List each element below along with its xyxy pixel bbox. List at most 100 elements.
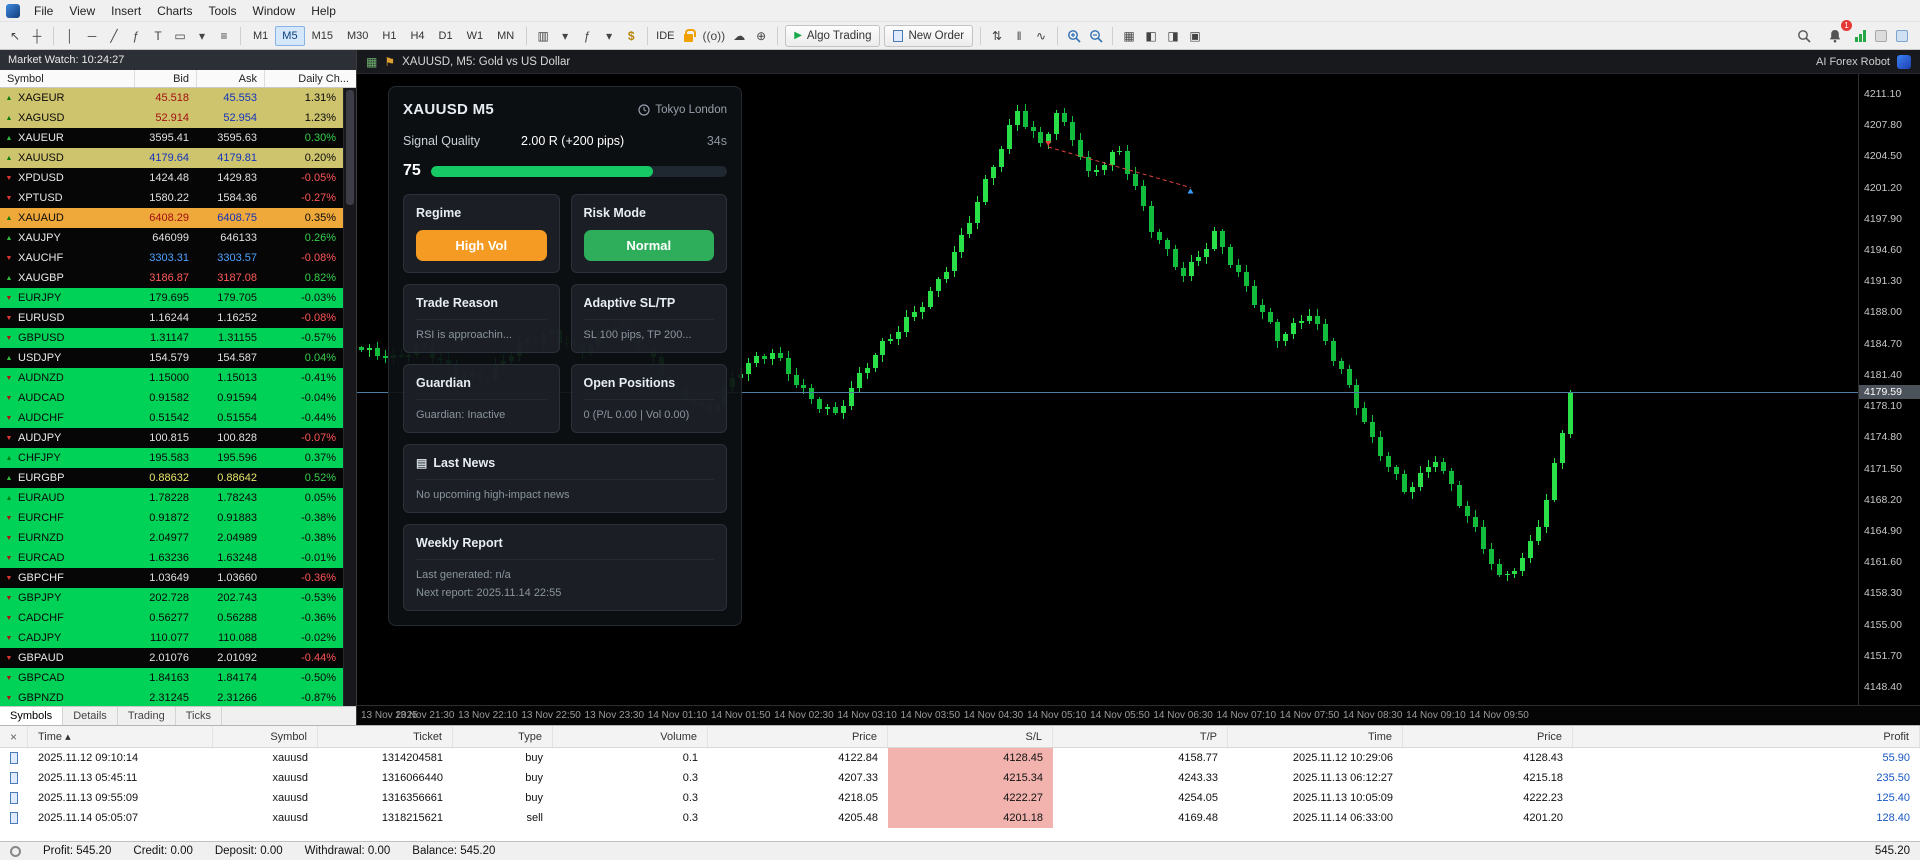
market-watch-row[interactable]: ▲ CHFJPY 195.583 195.596 0.37%	[0, 448, 356, 468]
timeframe-h1[interactable]: H1	[375, 26, 403, 46]
chart-type-dropdown-icon[interactable]: ▾	[554, 25, 576, 47]
vertical-line-icon[interactable]: │	[59, 25, 81, 47]
algo-trading-button[interactable]: ▶ Algo Trading	[785, 24, 881, 47]
market-watch-row[interactable]: ▼ GBPCAD 1.84163 1.84174 -0.50%	[0, 668, 356, 688]
toolbox-column-profit[interactable]: Profit	[1573, 726, 1920, 747]
market-watch-row[interactable]: ▲ XAUAUD 6408.29 6408.75 0.35%	[0, 208, 356, 228]
arrows-dropdown-icon[interactable]: ▾	[191, 25, 213, 47]
tick-chart-icon[interactable]: ∿	[1030, 25, 1052, 47]
market-watch-row[interactable]: ▼ EURUSD 1.16244 1.16252 -0.08%	[0, 308, 356, 328]
time-axis[interactable]: 13 Nov 2025 13 Nov 21:30 13 Nov 22:10 13 No…	[357, 705, 1920, 725]
market-watch-row[interactable]: ▼ CADCHF 0.56277 0.56288 -0.36%	[0, 608, 356, 628]
deal-row[interactable]: 2025.11.13 09:55:09 xauusd 1316356661 buy 0.…	[0, 788, 1920, 808]
broadcast-icon[interactable]: ((o))	[700, 25, 729, 47]
scrollbar-thumb[interactable]	[346, 90, 354, 205]
deal-row[interactable]: 2025.11.13 05:45:11 xauusd 1316066440 buy 0.…	[0, 768, 1920, 788]
screenshot-icon[interactable]: ▣	[1184, 25, 1206, 47]
crosshair-icon[interactable]: ┼	[26, 25, 48, 47]
toolbox-column-ticket[interactable]: Ticket	[318, 726, 453, 747]
toolbox-column-symbol[interactable]: Symbol	[213, 726, 318, 747]
robot-icon[interactable]	[1897, 54, 1911, 69]
market-depth-icon[interactable]: ▦	[1118, 25, 1140, 47]
trendline-icon[interactable]: ╱	[103, 25, 125, 47]
indicators-dropdown-icon[interactable]: ▾	[598, 25, 620, 47]
objects-list-icon[interactable]: ≡	[213, 25, 235, 47]
timeframe-w1[interactable]: W1	[460, 26, 491, 46]
market-watch-row[interactable]: ▲ EURGBP 0.88632 0.88642 0.52%	[0, 468, 356, 488]
timeframe-h4[interactable]: H4	[403, 26, 431, 46]
currency-icon[interactable]: $	[620, 25, 642, 47]
notifications-bell-icon[interactable]: 1	[1824, 19, 1852, 47]
timeframe-d1[interactable]: D1	[432, 26, 460, 46]
indicators-icon[interactable]: ƒ	[576, 25, 598, 47]
zoom-out-icon[interactable]	[1085, 25, 1107, 47]
market-watch-row[interactable]: ▲ XAUUSD 4179.64 4179.81 0.20%	[0, 148, 356, 168]
menu-insert[interactable]: Insert	[103, 2, 149, 20]
pause-bars-icon[interactable]: ‖	[1008, 25, 1030, 47]
column-header-bid[interactable]: Bid	[134, 70, 196, 87]
toolbox-column-s-l[interactable]: S/L	[888, 726, 1053, 747]
deal-row[interactable]: 2025.11.12 09:10:14 xauusd 1314204581 buy 0.…	[0, 748, 1920, 768]
market-watch-row[interactable]: ▲ EURAUD 1.78228 1.78243 0.05%	[0, 488, 356, 508]
lock-icon[interactable]	[678, 25, 700, 47]
timeframe-m5[interactable]: M5	[275, 25, 305, 46]
account-levels-icon[interactable]	[1855, 29, 1866, 42]
market-watch-row[interactable]: ▼ GBPUSD 1.31147 1.31155 -0.57%	[0, 328, 356, 348]
community-icon[interactable]: ⊕	[750, 25, 772, 47]
menu-file[interactable]: File	[26, 2, 61, 20]
zoom-in-icon[interactable]	[1063, 25, 1085, 47]
toolbox-column-time[interactable]: Time	[1228, 726, 1403, 747]
ide-button[interactable]: IDE	[653, 25, 677, 47]
column-header-daily-ch-[interactable]: Daily Ch...	[264, 70, 356, 87]
menu-tools[interactable]: Tools	[201, 2, 245, 20]
tab-ticks[interactable]: Ticks	[176, 707, 222, 725]
tab-details[interactable]: Details	[63, 707, 118, 725]
new-order-button[interactable]: New Order	[884, 24, 974, 47]
close-toolbox-button[interactable]: ×	[0, 726, 28, 747]
toolbox-column-price[interactable]: Price	[708, 726, 888, 747]
chart-plot-area[interactable]: XAUUSD M5 Tokyo London Signal Quality 2.…	[357, 74, 1858, 705]
market-watch-row[interactable]: ▼ AUDCHF 0.51542 0.51554 -0.44%	[0, 408, 356, 428]
deal-row[interactable]: 2025.11.14 05:05:07 xauusd 1318215621 sell 0…	[0, 808, 1920, 828]
cloud-icon[interactable]: ☁	[728, 25, 750, 47]
market-watch-row[interactable]: ▼ XPTUSD 1580.22 1584.36 -0.27%	[0, 188, 356, 208]
market-watch-row[interactable]: ▼ EURCAD 1.63236 1.63248 -0.01%	[0, 548, 356, 568]
market-watch-row[interactable]: ▲ XAGEUR 45.518 45.553 1.31%	[0, 88, 356, 108]
market-watch-row[interactable]: ▼ AUDNZD 1.15000 1.15013 -0.41%	[0, 368, 356, 388]
tab-trading[interactable]: Trading	[118, 707, 176, 725]
market-watch-row[interactable]: ▲ XAGUSD 52.914 52.954 1.23%	[0, 108, 356, 128]
market-watch-row[interactable]: ▲ XAUEUR 3595.41 3595.63 0.30%	[0, 128, 356, 148]
menu-view[interactable]: View	[61, 2, 103, 20]
market-watch-row[interactable]: ▼ XPDUSD 1424.48 1429.83 -0.05%	[0, 168, 356, 188]
fibonacci-icon[interactable]: ƒ	[125, 25, 147, 47]
timeframe-m30[interactable]: M30	[340, 26, 375, 46]
text-tool-icon[interactable]: T	[147, 25, 169, 47]
price-axis[interactable]: 4211.10 4207.80 4204.50 4201.20 4197.90 4194.…	[1858, 74, 1920, 705]
column-header-symbol[interactable]: Symbol	[0, 70, 134, 87]
market-watch-row[interactable]: ▲ XAUGBP 3186.87 3187.08 0.82%	[0, 268, 356, 288]
toggle-panels-icon[interactable]: ◨	[1162, 25, 1184, 47]
column-header-ask[interactable]: Ask	[196, 70, 264, 87]
market-watch-row[interactable]: ▼ GBPAUD 2.01076 2.01092 -0.44%	[0, 648, 356, 668]
market-watch-row[interactable]: ▲ USDJPY 154.579 154.587 0.04%	[0, 348, 356, 368]
market-watch-row[interactable]: ▼ AUDJPY 100.815 100.828 -0.07%	[0, 428, 356, 448]
menu-help[interactable]: Help	[303, 2, 344, 20]
market-watch-row[interactable]: ▼ EURCHF 0.91872 0.91883 -0.38%	[0, 508, 356, 528]
market-watch-row[interactable]: ▼ EURJPY 179.695 179.705 -0.03%	[0, 288, 356, 308]
candles-chart-icon[interactable]: ▥	[532, 25, 554, 47]
timeframe-m1[interactable]: M1	[246, 26, 275, 46]
window-layout-icon[interactable]	[1875, 29, 1887, 42]
toolbox-column-volume[interactable]: Volume	[553, 726, 708, 747]
market-watch-row[interactable]: ▼ GBPJPY 202.728 202.743 -0.53%	[0, 588, 356, 608]
market-watch-row[interactable]: ▼ CADJPY 110.077 110.088 -0.02%	[0, 628, 356, 648]
market-watch-row[interactable]: ▲ XAUJPY 646099 646133 0.26%	[0, 228, 356, 248]
timeframe-mn[interactable]: MN	[490, 26, 521, 46]
dock-right-icon[interactable]: ◧	[1140, 25, 1162, 47]
market-watch-row[interactable]: ▼ GBPCHF 1.03649 1.03660 -0.36%	[0, 568, 356, 588]
window-panel-icon[interactable]	[1896, 29, 1908, 42]
market-watch-scrollbar[interactable]	[343, 88, 356, 706]
search-icon[interactable]	[1793, 25, 1815, 47]
menu-charts[interactable]: Charts	[149, 2, 200, 20]
horizontal-line-icon[interactable]: ─	[81, 25, 103, 47]
toolbox-column-t-p[interactable]: T/P	[1053, 726, 1228, 747]
